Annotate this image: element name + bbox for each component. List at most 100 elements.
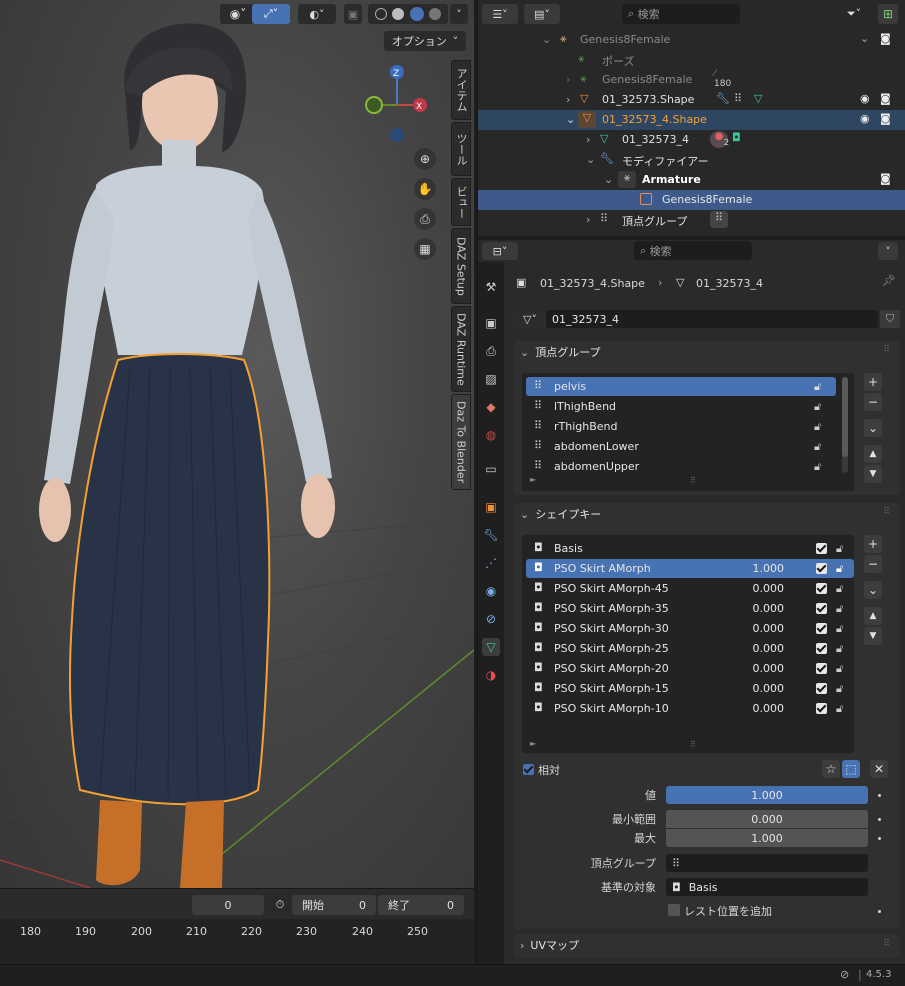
- shape-key-specials-button[interactable]: ⌄: [864, 581, 882, 599]
- lock-icon[interactable]: 🔓︎: [836, 702, 848, 715]
- options-dropdown[interactable]: オプション ˅: [384, 31, 466, 51]
- editor-type-dropdown[interactable]: ☰˅: [482, 4, 518, 24]
- outliner-row[interactable]: ⌄ ⚹ Armature ◙: [478, 170, 905, 190]
- modifier-tab-icon[interactable]: 🔧︎: [482, 526, 500, 544]
- list-item[interactable]: ⠿ pelvis 🔓︎: [526, 377, 836, 396]
- 3d-viewport[interactable]: ◉˅ ⤢˅ ◐˅ ▣ ˅ オプション ˅ Z X ⊕ ✋ ⎙ ▦ アイテム ツール…: [0, 0, 474, 888]
- rendered-shading-icon[interactable]: [429, 8, 442, 20]
- lock-icon[interactable]: 🔓︎: [814, 420, 826, 433]
- collection-tab-icon[interactable]: ▭: [482, 460, 500, 478]
- scene-tab-icon[interactable]: ◆: [482, 398, 500, 416]
- chevron-right-icon[interactable]: ›: [566, 73, 570, 86]
- move-up-button[interactable]: ▲: [864, 607, 882, 625]
- gizmo-toggle[interactable]: ⤢˅: [252, 4, 290, 24]
- mute-checkbox[interactable]: [816, 603, 827, 614]
- outliner-row-active[interactable]: ⌄ ▽ 01_32573_4.Shape ◉ ◙: [478, 110, 905, 130]
- eye-icon[interactable]: ◉: [860, 112, 870, 125]
- lock-icon[interactable]: 🔓︎: [836, 602, 848, 615]
- list-item[interactable]: ◘ PSO Skirt AMorph-15 0.000 🔓︎: [526, 679, 854, 698]
- filter-icon[interactable]: ⏷˅: [840, 4, 868, 24]
- end-frame-field[interactable]: 終了 0: [378, 895, 464, 915]
- value-slider[interactable]: 1.000: [666, 786, 868, 804]
- edit-mode-toggle-icon[interactable]: ⬚: [842, 760, 860, 778]
- chevron-right-icon[interactable]: ›: [586, 133, 590, 146]
- tab-tool[interactable]: ツール: [451, 122, 471, 176]
- current-frame-field[interactable]: 0: [192, 895, 264, 915]
- fake-user-shield-icon[interactable]: ⛉: [880, 310, 900, 328]
- camera-render-icon[interactable]: ◙: [880, 92, 891, 105]
- timeline[interactable]: 0 ⏱ 開始 0 終了 0 180 190 200 210 220 230 240 …: [0, 888, 474, 965]
- rest-position-checkbox[interactable]: [668, 904, 680, 916]
- mute-checkbox[interactable]: [816, 543, 827, 554]
- outliner[interactable]: ☰˅ ▤˅ ⌕ 検索 ⏷˅ ⊞ ⌄ ⚹ Genesis8Female ⌄ ◙ ⚹…: [477, 0, 905, 236]
- editor-type-dropdown[interactable]: ⊟˅: [482, 242, 518, 260]
- material-tab-icon[interactable]: ◑: [482, 666, 500, 684]
- keyframe-dot[interactable]: [878, 794, 881, 797]
- chevron-down-icon[interactable]: ⌄: [604, 173, 613, 186]
- list-item[interactable]: ⠿ abdomenLower 🔓︎: [526, 437, 836, 456]
- move-up-button[interactable]: ▲: [864, 445, 882, 463]
- shape-keys-list[interactable]: ◘ Basis 🔓︎ ◘ PSO Skirt AMorph 1.000 🔓︎ ◘…: [522, 535, 854, 753]
- resize-handle-icon[interactable]: ⠿: [690, 476, 696, 485]
- stopwatch-icon[interactable]: ⏱: [272, 897, 288, 913]
- mesh-browse-dropdown[interactable]: ▽˅: [514, 310, 546, 328]
- xray-toggle[interactable]: ▣: [344, 4, 362, 24]
- shape-keys-header[interactable]: ⌄ シェイプキー: [514, 503, 890, 525]
- new-collection-icon[interactable]: ⊞: [878, 4, 898, 24]
- drag-handle-icon[interactable]: ⠿: [883, 345, 890, 355]
- vertex-group-specials-button[interactable]: ⌄: [864, 419, 882, 437]
- chevron-down-icon[interactable]: ⌄: [542, 33, 551, 46]
- list-item[interactable]: ◘ PSO Skirt AMorph-35 0.000 🔓︎: [526, 599, 854, 618]
- material-shading-icon[interactable]: [409, 7, 424, 21]
- camera-render-icon[interactable]: ◙: [880, 32, 891, 45]
- outliner-row[interactable]: ⌄ 🔧︎ モディファイアー: [478, 150, 905, 170]
- output-tab-icon[interactable]: ⎙: [482, 342, 500, 360]
- chevron-down-icon[interactable]: ⌄: [860, 32, 869, 45]
- list-item[interactable]: ◘ PSO Skirt AMorph 1.000 🔓︎: [526, 559, 854, 578]
- lock-icon[interactable]: 🔓︎: [836, 662, 848, 675]
- vertex-group-field[interactable]: ⠿: [666, 854, 868, 872]
- properties-editor[interactable]: ⊟˅ ⌕ 検索 ˅ ⚒ ▣ ⎙ ▨ ◆ ◍ ▭ ▣ 🔧︎ ⋰ ◉ ⊘ ▽ ◑ ▣…: [477, 240, 905, 964]
- tab-view[interactable]: ビュー: [451, 178, 471, 226]
- constraints-tab-icon[interactable]: ⊘: [482, 610, 500, 628]
- chevron-right-icon[interactable]: ›: [586, 213, 590, 226]
- data-tab-icon[interactable]: ▽: [482, 638, 500, 656]
- outliner-row[interactable]: › ▽ 01_32573_4 ● 2 ◘: [478, 130, 905, 150]
- add-vertex-group-button[interactable]: +: [864, 373, 882, 391]
- move-down-button[interactable]: ▼: [864, 627, 882, 645]
- list-item[interactable]: ◘ PSO Skirt AMorph-25 0.000 🔓︎: [526, 639, 854, 658]
- timeline-ruler[interactable]: 180 190 200 210 220 230 240 250: [0, 919, 474, 965]
- clear-shape-keys-button[interactable]: ✕: [870, 760, 888, 778]
- eye-icon[interactable]: ◉: [860, 92, 870, 105]
- start-frame-field[interactable]: 開始 0: [292, 895, 376, 915]
- mute-checkbox[interactable]: [816, 583, 827, 594]
- tab-item[interactable]: アイテム: [451, 60, 471, 120]
- filter-expand-icon[interactable]: ►: [530, 739, 536, 748]
- lock-icon[interactable]: 🔓︎: [836, 642, 848, 655]
- tool-tab-icon[interactable]: ⚒: [482, 278, 500, 296]
- mute-checkbox[interactable]: [816, 683, 827, 694]
- keyframe-dot[interactable]: [878, 837, 881, 840]
- relative-checkbox[interactable]: [523, 764, 534, 775]
- lock-icon[interactable]: 🔓︎: [836, 682, 848, 695]
- tab-daz-to-blender[interactable]: Daz To Blender: [451, 394, 471, 490]
- view-layer-tab-icon[interactable]: ▨: [482, 370, 500, 388]
- mute-checkbox[interactable]: [816, 663, 827, 674]
- overlays-toggle[interactable]: ◐˅: [298, 4, 336, 24]
- resize-handle-icon[interactable]: ⠿: [690, 740, 696, 749]
- list-item[interactable]: ◘ PSO Skirt AMorph-45 0.000 🔓︎: [526, 579, 854, 598]
- view-object-types-dropdown[interactable]: ◉˅: [220, 4, 256, 24]
- properties-search-input[interactable]: ⌕ 検索: [634, 241, 752, 260]
- list-scrollbar[interactable]: [842, 377, 848, 473]
- display-mode-dropdown[interactable]: ▤˅: [524, 4, 560, 24]
- shape-key-lock-star-icon[interactable]: ☆: [822, 760, 840, 778]
- uv-maps-panel[interactable]: › UVマップ ⠿: [514, 934, 900, 958]
- solid-shading-icon[interactable]: [392, 8, 405, 20]
- add-shape-key-button[interactable]: +: [864, 535, 882, 553]
- list-item[interactable]: ◘ Basis 🔓︎: [526, 539, 854, 558]
- mute-checkbox[interactable]: [816, 643, 827, 654]
- drag-handle-icon[interactable]: ⠿: [883, 939, 890, 949]
- outliner-row[interactable]: ⌄ ⚹ Genesis8Female ⌄ ◙: [478, 30, 905, 50]
- keyframe-dot[interactable]: [878, 818, 881, 821]
- list-item[interactable]: ◘ PSO Skirt AMorph-30 0.000 🔓︎: [526, 619, 854, 638]
